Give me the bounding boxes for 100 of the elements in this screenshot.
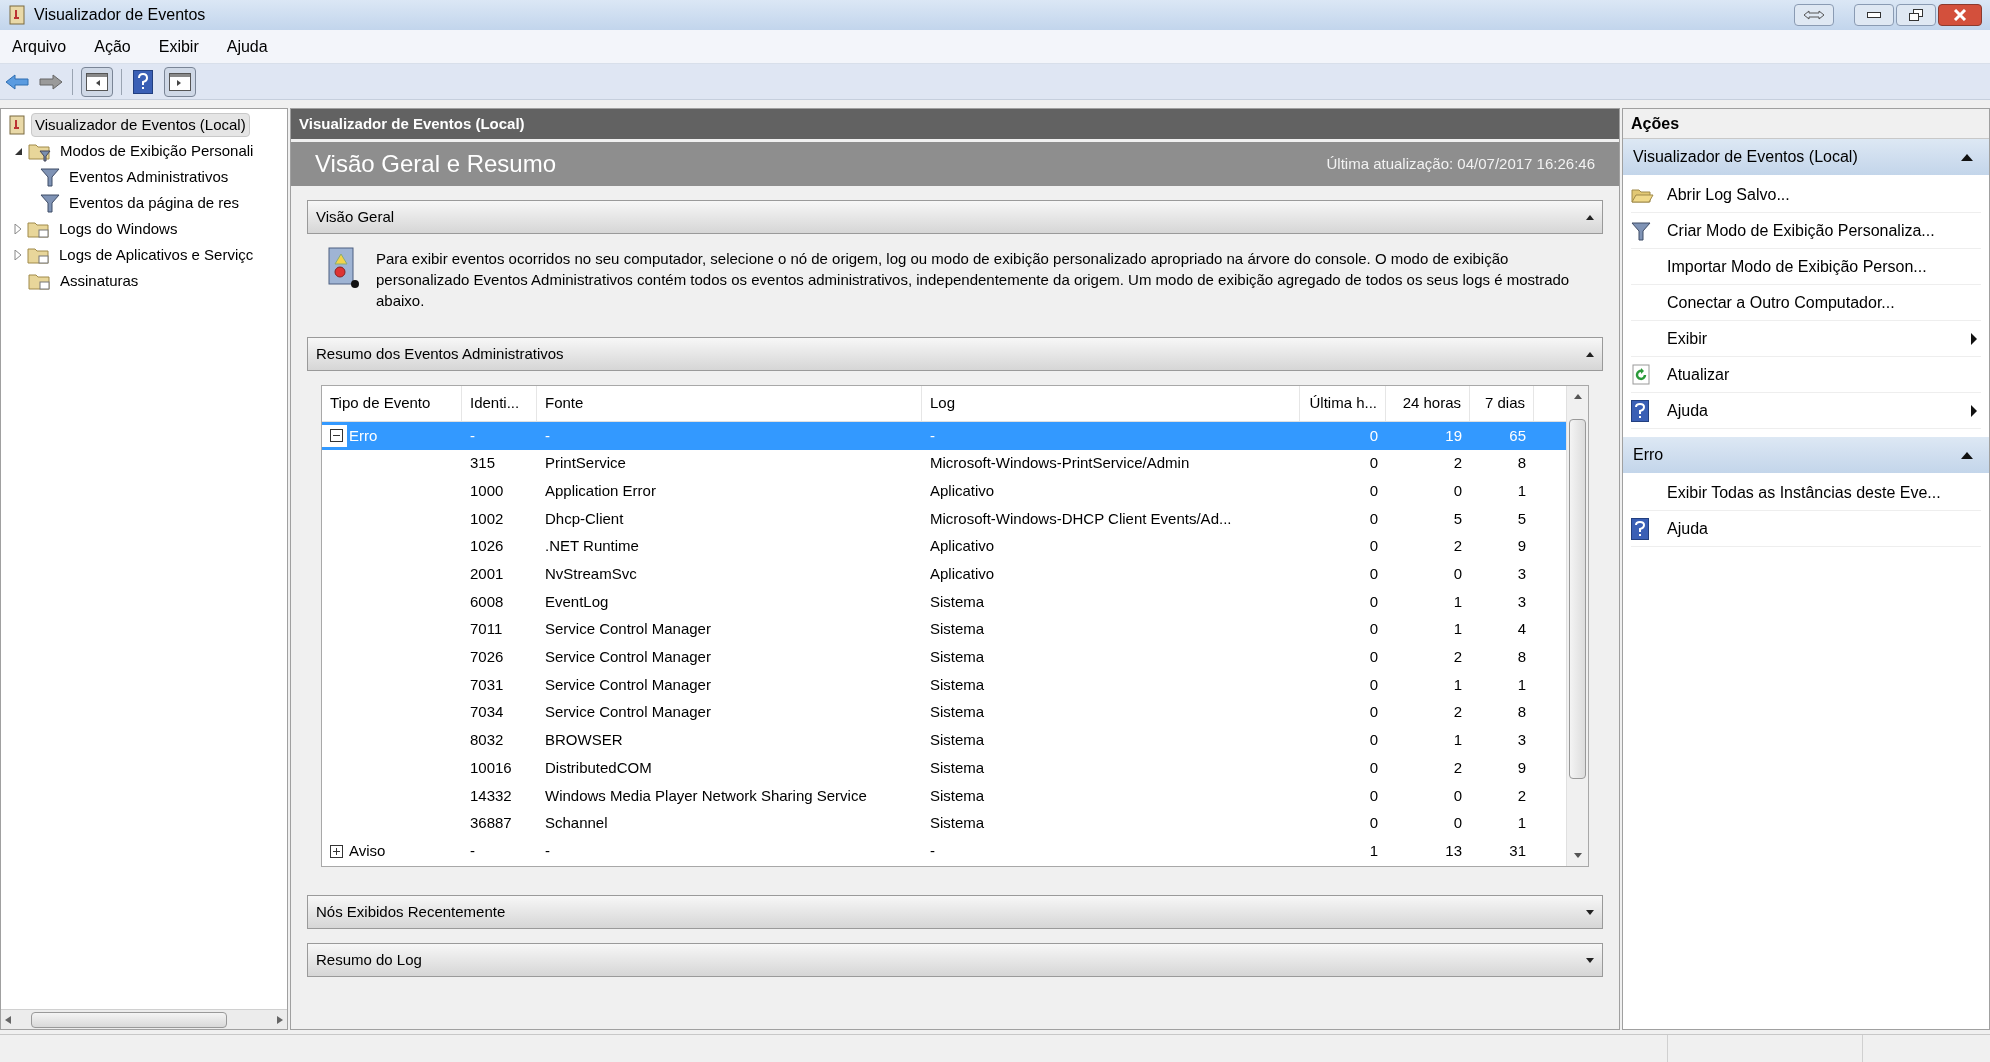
table-cell-text: 0 xyxy=(1452,785,1463,806)
action-item[interactable]: Exibir xyxy=(1631,321,1981,357)
table-cell-text: Aviso xyxy=(348,840,387,861)
pane-icon xyxy=(86,72,108,91)
vertical-scrollbar[interactable] xyxy=(1566,386,1588,866)
close-button[interactable] xyxy=(1938,4,1982,26)
table-cell-text: 8 xyxy=(1516,647,1527,668)
table-cell-text: 14332 xyxy=(469,785,513,806)
action-item[interactable]: Importar Modo de Exibição Person... xyxy=(1631,249,1981,285)
tree-item[interactable]: Assinaturas xyxy=(56,268,143,294)
column-header[interactable]: 24 horas xyxy=(1386,386,1470,421)
table-cell-text: 2 xyxy=(1452,536,1463,557)
table-cell: Erro xyxy=(347,424,462,448)
window-title: Visualizador de Eventos xyxy=(34,5,206,25)
expand-box-icon[interactable] xyxy=(330,844,343,858)
table-cell-text: Dhcp-Client xyxy=(544,508,625,529)
show-actions-button[interactable] xyxy=(164,66,196,97)
action-item[interactable]: Atualizar xyxy=(1631,357,1981,393)
overview-title: Visão Geral e Resumo xyxy=(315,149,556,179)
menu-item[interactable]: Ação xyxy=(90,34,135,59)
table-cell-text: - xyxy=(469,425,476,446)
action-item[interactable]: Criar Modo de Exibição Personaliza... xyxy=(1631,213,1981,249)
action-item[interactable]: Conectar a Outro Computador... xyxy=(1631,285,1981,321)
table-cell-text: 1000 xyxy=(469,480,505,501)
table-cell-text: 2 xyxy=(1452,702,1463,723)
column-header[interactable]: Última h... xyxy=(1300,386,1386,421)
table-cell-text: 0 xyxy=(1368,647,1379,668)
table-cell-text: 9 xyxy=(1516,757,1527,778)
tree-item[interactable]: Eventos Administrativos xyxy=(65,164,233,190)
table-cell-text: 65 xyxy=(1508,425,1527,446)
table-cell-text: 0 xyxy=(1368,536,1379,557)
scroll-right-icon xyxy=(277,1015,283,1024)
table-cell-text: 0 xyxy=(1368,508,1379,529)
pane-icon xyxy=(169,72,191,91)
switch-button[interactable] xyxy=(1794,4,1834,26)
table-cell-text: 8032 xyxy=(469,730,505,751)
table-cell-text: Service Control Manager xyxy=(544,702,712,723)
column-header[interactable]: Fonte xyxy=(537,386,922,421)
menu-item[interactable]: Exibir xyxy=(154,34,203,59)
section-header[interactable]: Resumo do Log xyxy=(307,943,1603,977)
table-cell-text: 0 xyxy=(1368,757,1379,778)
action-item[interactable]: Ajuda xyxy=(1631,511,1981,547)
table-cell-text: 8 xyxy=(1516,702,1527,723)
tree-item[interactable]: Modos de Exibição Personali xyxy=(56,138,258,164)
table-cell-text: Sistema xyxy=(929,591,986,612)
tree-item[interactable]: Visualizador de Eventos (Local) xyxy=(31,112,250,138)
table-cell-text: 0 xyxy=(1368,674,1379,695)
column-header[interactable]: Identi... xyxy=(462,386,537,421)
actions-section-header[interactable]: Visualizador de Eventos (Local) xyxy=(1623,139,1989,175)
column-header[interactable]: 7 dias xyxy=(1470,386,1534,421)
table-cell-text: 13 xyxy=(1444,840,1463,861)
refresh-icon xyxy=(1631,364,1651,385)
funnel-icon xyxy=(40,167,60,187)
table-cell-text: Sistema xyxy=(929,813,986,834)
tree-item[interactable]: Logs de Aplicativos e Serviçc xyxy=(55,242,258,268)
help-icon xyxy=(1631,517,1649,540)
menu-item[interactable]: Arquivo xyxy=(8,34,71,59)
table-cell-text: 5 xyxy=(1452,508,1463,529)
actions-section-header[interactable]: Erro xyxy=(1623,437,1989,473)
section-header[interactable]: Visão Geral xyxy=(307,200,1603,234)
restore-button[interactable] xyxy=(1896,4,1936,26)
table-cell-text: 10016 xyxy=(469,757,513,778)
funnel-icon xyxy=(40,193,60,213)
action-item[interactable]: Exibir Todas as Instâncias deste Eve... xyxy=(1631,475,1981,511)
table-cell-text: 2 xyxy=(1452,757,1463,778)
table-cell-text: 0 xyxy=(1452,480,1463,501)
tree-item[interactable]: Logs do Windows xyxy=(55,216,182,242)
scroll-thumb[interactable] xyxy=(31,1011,227,1028)
action-item[interactable]: Abrir Log Salvo... xyxy=(1631,177,1981,213)
expanded-arrow-icon[interactable] xyxy=(14,146,23,156)
table-cell-text: Windows Media Player Network Sharing Service xyxy=(544,785,868,806)
tree-item[interactable]: Eventos da página de res xyxy=(65,190,244,216)
menu-item[interactable]: Ajuda xyxy=(222,34,272,59)
table-cell-text: - xyxy=(544,840,551,861)
minimize-button[interactable] xyxy=(1854,4,1894,26)
table-cell-text: 0 xyxy=(1368,564,1379,585)
table-cell-text: 0 xyxy=(1368,785,1379,806)
help-icon xyxy=(133,69,153,94)
table-cell-text: 1 xyxy=(1368,840,1379,861)
section-header[interactable]: Nós Exibidos Recentemente xyxy=(307,895,1603,929)
scroll-thumb[interactable] xyxy=(1569,419,1586,779)
table-cell-text: 1026 xyxy=(469,536,505,557)
collapsed-arrow-icon[interactable] xyxy=(14,224,22,234)
column-header[interactable]: Tipo de Evento xyxy=(322,386,462,421)
table-cell-text: Application Error xyxy=(544,480,657,501)
collapse-box-icon[interactable] xyxy=(330,429,343,443)
action-item[interactable]: Ajuda xyxy=(1631,393,1981,429)
minimize-icon xyxy=(1867,12,1881,18)
table-cell-text: Service Control Manager xyxy=(544,647,712,668)
table-cell-text: 8 xyxy=(1516,453,1527,474)
section-header[interactable]: Resumo dos Eventos Administrativos xyxy=(307,337,1603,371)
show-tree-button[interactable] xyxy=(81,66,113,97)
table-cell-text: 4 xyxy=(1516,619,1527,640)
table-cell-text: 19 xyxy=(1444,425,1463,446)
table-cell-text: Sistema xyxy=(929,647,986,668)
column-header[interactable]: Log xyxy=(922,386,1300,421)
double-arrow-icon xyxy=(1803,10,1825,20)
horizontal-scrollbar[interactable] xyxy=(1,1009,287,1029)
collapsed-arrow-icon[interactable] xyxy=(14,250,22,260)
folder-icon xyxy=(28,271,51,291)
